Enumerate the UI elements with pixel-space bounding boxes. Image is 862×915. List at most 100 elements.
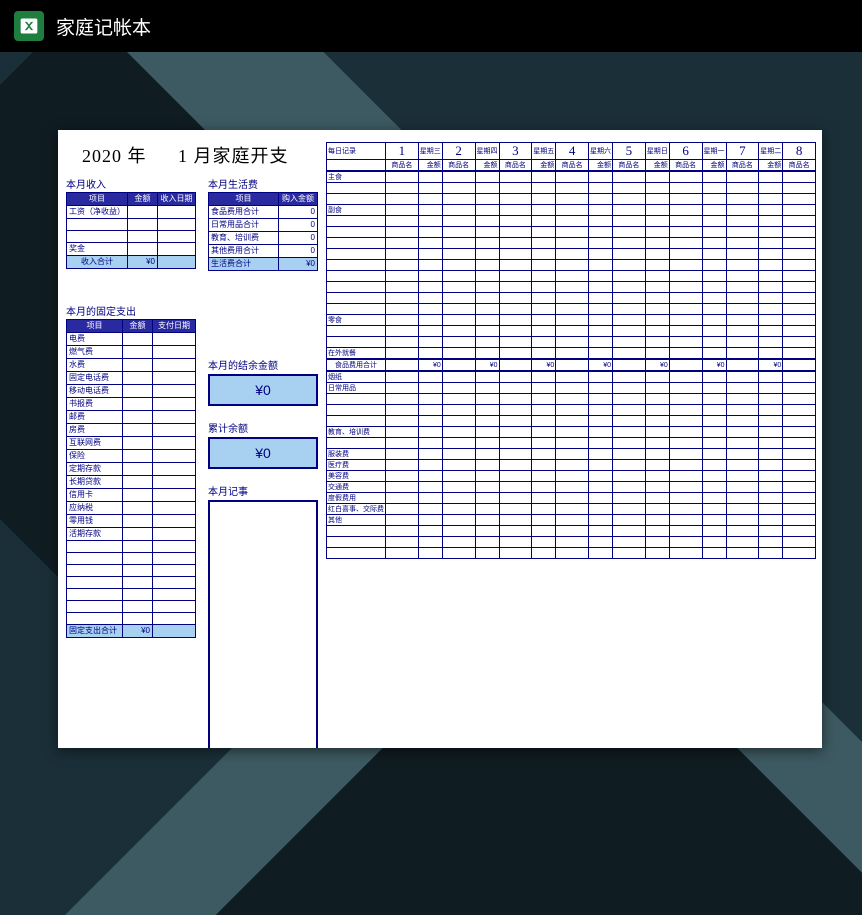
table-row: 互联网费 <box>67 437 196 450</box>
daily-grid: 每日记录1星期三2星期四3星期五4星期六5星期日6星期一7星期二8商品名金额商品… <box>326 142 816 559</box>
income-heading: 本月收入 <box>66 176 196 191</box>
table-row: 教育、培训费0 <box>209 232 318 245</box>
table-row: 日常用品 <box>327 383 816 394</box>
table-row: 红白喜事、交际费 <box>327 504 816 515</box>
table-row <box>67 565 196 577</box>
year: 2020 年 <box>82 142 147 168</box>
table-row <box>327 304 816 315</box>
day-number: 3 <box>499 143 532 160</box>
table-row <box>327 183 816 194</box>
table-row <box>327 216 816 227</box>
table-row <box>327 194 816 205</box>
fixed-table: 项目金额支付日期 电费燃气费水费固定电话费移动电话费书报费邮费房费互联网费保险定… <box>66 319 196 638</box>
day-weekday: 星期五 <box>532 143 556 160</box>
table-row: 长期贷款 <box>67 476 196 489</box>
table-row: 房费 <box>67 424 196 437</box>
day-weekday: 星期三 <box>418 143 442 160</box>
table-row: 燃气费 <box>67 346 196 359</box>
month-title: 1 月家庭开支 <box>178 146 289 166</box>
app-header: 家庭记帐本 <box>0 0 862 52</box>
table-row: 定期存款 <box>67 463 196 476</box>
table-row <box>327 337 816 348</box>
fixed-heading: 本月的固定支出 <box>66 303 196 318</box>
table-row: 美容费 <box>327 471 816 482</box>
table-row <box>67 541 196 553</box>
table-row: 交通费 <box>327 482 816 493</box>
table-row: 其他 <box>327 515 816 526</box>
table-row <box>327 405 816 416</box>
day-weekday: 星期六 <box>589 143 613 160</box>
table-row <box>327 271 816 282</box>
table-row: 邮费 <box>67 411 196 424</box>
table-row: 食品费用合计0 <box>209 206 318 219</box>
living-heading: 本月生活费 <box>208 176 318 191</box>
table-row <box>67 231 196 243</box>
table-row: 固定电话费 <box>67 372 196 385</box>
table-row: 服装费 <box>327 449 816 460</box>
spreadsheet: 2020 年 1 月家庭开支 本月收入 项目金额收入日期 工资（净收益） 奖金 … <box>58 130 822 748</box>
table-row: 医疗费 <box>327 460 816 471</box>
day-number: 4 <box>556 143 589 160</box>
table-row <box>327 238 816 249</box>
notes-box[interactable] <box>208 500 318 748</box>
fixed-total-row: 固定支出合计¥0 <box>67 625 196 638</box>
day-number: 6 <box>669 143 702 160</box>
balance-heading: 本月的结余金额 <box>208 357 318 372</box>
living-table: 项目购入金额 食品费用合计0日常用品合计0教育、培训费0其他费用合计0 生活费合… <box>208 192 318 271</box>
table-row <box>327 293 816 304</box>
day-number: 2 <box>442 143 475 160</box>
table-row: 教育、培训费 <box>327 427 816 438</box>
table-row <box>327 537 816 548</box>
table-row: 烟纸 <box>327 371 816 383</box>
table-row <box>67 601 196 613</box>
table-row <box>67 219 196 231</box>
living-total-row: 生活费合计¥0 <box>209 258 318 271</box>
table-row <box>327 526 816 537</box>
day-number: 7 <box>726 143 759 160</box>
day-number: 1 <box>386 143 419 160</box>
table-row <box>327 260 816 271</box>
table-row <box>327 282 816 293</box>
table-row <box>327 227 816 238</box>
table-row <box>327 548 816 559</box>
table-row: 主食 <box>327 171 816 183</box>
table-row: 度假费用 <box>327 493 816 504</box>
table-row: 其他费用合计0 <box>209 245 318 258</box>
table-row: 书报费 <box>67 398 196 411</box>
cumulative-value: ¥0 <box>208 437 318 469</box>
cumulative-heading: 累计余额 <box>208 420 318 435</box>
table-row: 在外就餐 <box>327 348 816 360</box>
table-row: 移动电话费 <box>67 385 196 398</box>
table-row: 保险 <box>67 450 196 463</box>
excel-icon <box>14 11 44 41</box>
table-row: 奖金 <box>67 243 196 256</box>
table-row: 日常用品合计0 <box>209 219 318 232</box>
day-weekday: 星期二 <box>759 143 783 160</box>
table-row: 活期存款 <box>67 528 196 541</box>
table-row <box>67 577 196 589</box>
table-row <box>327 416 816 427</box>
table-row <box>67 613 196 625</box>
day-weekday: 星期四 <box>475 143 499 160</box>
table-row <box>327 249 816 260</box>
day-number: 8 <box>783 143 816 160</box>
table-row: 工资（净收益） <box>67 206 196 219</box>
table-row: 信用卡 <box>67 489 196 502</box>
day-weekday: 星期一 <box>702 143 726 160</box>
table-row: 零食 <box>327 315 816 326</box>
balance-value: ¥0 <box>208 374 318 406</box>
notes-heading: 本月记事 <box>208 483 318 498</box>
day-weekday: 星期日 <box>645 143 669 160</box>
table-row: 零用钱 <box>67 515 196 528</box>
table-row <box>67 589 196 601</box>
table-row: 水费 <box>67 359 196 372</box>
income-total-row: 收入合计¥0 <box>67 256 196 269</box>
daily-heading: 每日记录 <box>327 143 386 160</box>
table-row <box>327 394 816 405</box>
day-number: 5 <box>613 143 646 160</box>
table-row <box>327 326 816 337</box>
food-total-row: 食品费用合计¥0¥0¥0¥0¥0¥0¥0 <box>327 359 816 371</box>
app-title: 家庭记帐本 <box>56 13 151 40</box>
table-row: 电费 <box>67 333 196 346</box>
table-row <box>67 553 196 565</box>
